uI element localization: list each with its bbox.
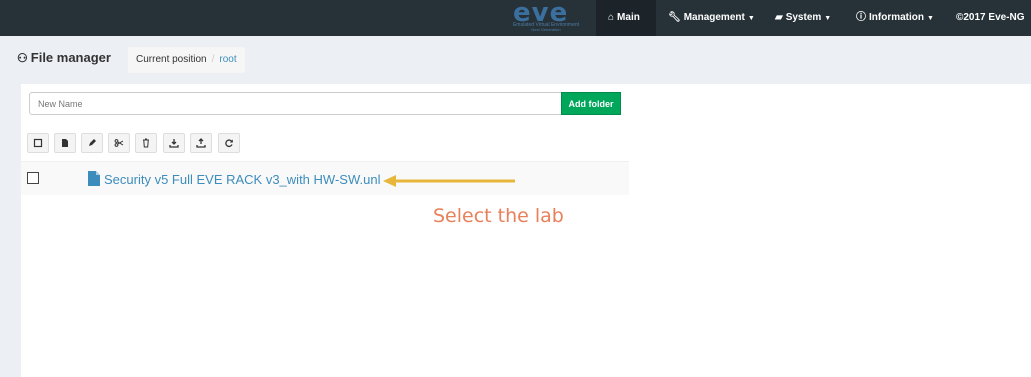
nav-information-label: Information [869, 12, 924, 23]
file-name-link[interactable]: Security v5 Full EVE RACK v3_with HW-SW.… [104, 172, 380, 187]
annotation-text: Select the lab [433, 205, 564, 227]
file-row[interactable]: Security v5 Full EVE RACK v3_with HW-SW.… [21, 161, 629, 195]
cut-button[interactable] [108, 133, 130, 153]
caret-down-icon: ▼ [747, 15, 755, 22]
sitemap-icon: ⚇ [17, 51, 28, 65]
caret-down-icon: ▼ [927, 15, 934, 22]
refresh-icon [225, 139, 233, 148]
edit-button[interactable] [81, 133, 103, 153]
nav-system[interactable]: ▰ System ▼ [775, 0, 831, 36]
checkbox-icon [33, 138, 43, 148]
add-folder-button[interactable]: Add folder [561, 92, 621, 115]
copyright: ©2017 Eve-NG [956, 12, 1025, 23]
scissors-icon [114, 139, 124, 147]
download-icon [169, 139, 179, 148]
pencil-icon [89, 139, 96, 146]
upload-icon [196, 138, 206, 148]
nav-system-label: System [785, 12, 822, 23]
page-header: ⚇ File manager Current position / root [0, 36, 1031, 82]
nav-management-label: Management [683, 12, 745, 23]
nav-information[interactable]: ⓘ Information ▼ [856, 0, 934, 36]
breadcrumb: Current position / root [128, 47, 245, 73]
new-name-input[interactable] [29, 92, 562, 115]
file-icon [62, 139, 68, 147]
trash-icon [143, 138, 149, 148]
logo-tagline-sub: Next Generation [531, 27, 561, 32]
page-title: ⚇ File manager [17, 50, 111, 65]
select-all-button[interactable] [27, 133, 49, 153]
new-file-button[interactable] [54, 133, 76, 153]
book-icon: ▰ [775, 12, 783, 23]
eve-logo[interactable]: eve Emulated Virtual Environment Next Ge… [505, 0, 585, 32]
caret-down-icon: ▼ [824, 15, 832, 22]
file-icon [88, 171, 100, 186]
wrench-icon: 🔧︎ [668, 12, 681, 23]
breadcrumb-separator: / [211, 54, 215, 65]
home-icon: ⌂ [608, 12, 615, 23]
nav-main[interactable]: ⌂ Main [596, 0, 656, 36]
refresh-button[interactable] [218, 133, 240, 153]
breadcrumb-label: Current position [136, 54, 207, 65]
annotation-arrow [383, 175, 515, 187]
export-button[interactable] [190, 133, 212, 153]
nav-management[interactable]: 🔧︎ Management ▼ [668, 0, 755, 36]
page-title-text: File manager [30, 50, 111, 65]
file-manager-panel [21, 84, 1031, 377]
file-checkbox[interactable] [27, 172, 39, 184]
import-button[interactable] [163, 133, 185, 153]
delete-button[interactable] [135, 133, 157, 153]
breadcrumb-root-link[interactable]: root [219, 54, 236, 65]
info-circle-icon: ⓘ [856, 12, 866, 23]
nav-main-label: Main [617, 12, 640, 23]
top-navbar: eve Emulated Virtual Environment Next Ge… [0, 0, 1031, 36]
